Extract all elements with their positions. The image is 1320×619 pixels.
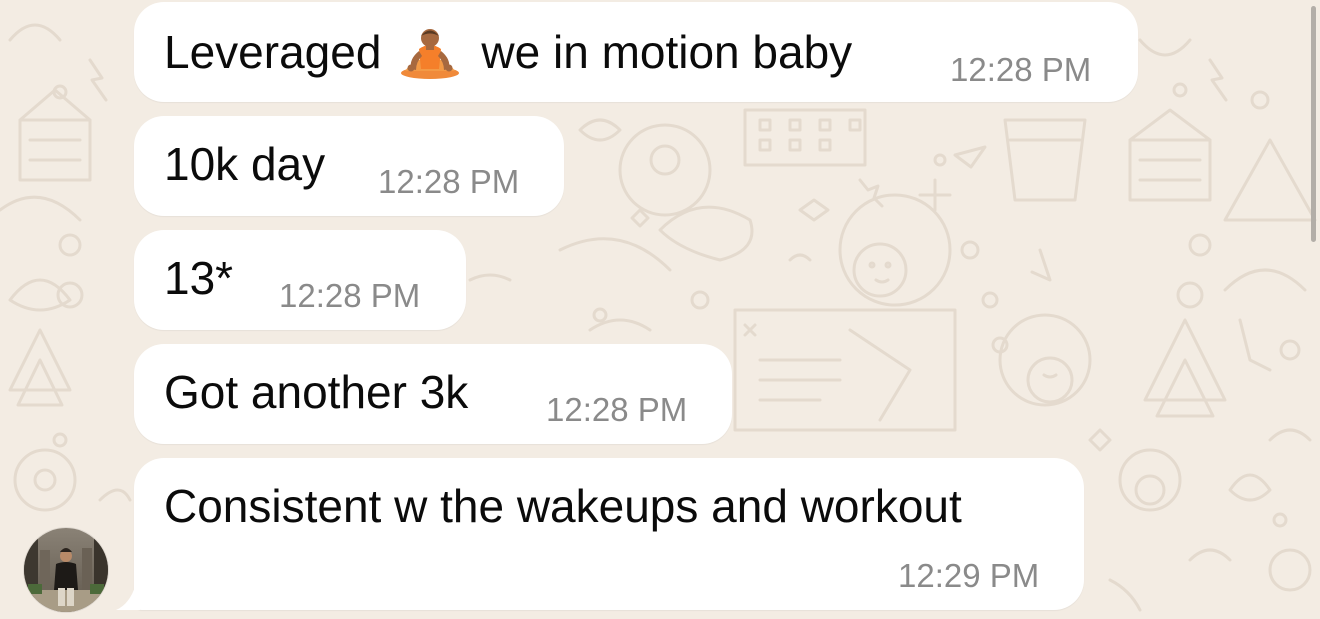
message-text: 13* bbox=[164, 252, 234, 304]
message-bubble[interactable]: Got another 3k 12:28 PM bbox=[134, 344, 732, 444]
message-timestamp: 12:28 PM bbox=[378, 163, 520, 200]
message-text: Got another 3k bbox=[164, 366, 469, 418]
sender-avatar[interactable] bbox=[24, 528, 108, 612]
message-text: Leveraged we in motion baby bbox=[164, 25, 852, 79]
message-timestamp: 12:28 PM bbox=[279, 277, 421, 314]
bubble-tail bbox=[116, 584, 140, 610]
message-timestamp: 12:29 PM bbox=[898, 557, 1040, 594]
message-bubble[interactable]: 13* 12:28 PM bbox=[134, 230, 466, 330]
message-text: 10k day bbox=[164, 138, 326, 190]
message-timestamp: 12:28 PM bbox=[950, 51, 1092, 88]
message-text: Consistent w the wakeups and workout bbox=[164, 480, 962, 532]
message-text-part: Leveraged bbox=[164, 26, 382, 78]
message-text-part: we in motion baby bbox=[481, 26, 853, 78]
avatar-photo bbox=[24, 528, 108, 612]
message-bubble[interactable]: Leveraged we in motion baby 12:28 PM bbox=[134, 2, 1138, 102]
message-bubble[interactable]: 10k day 12:28 PM bbox=[134, 116, 564, 216]
message-timestamp: 12:28 PM bbox=[546, 391, 688, 428]
scrollbar[interactable] bbox=[1311, 6, 1316, 242]
message-bubble[interactable]: Consistent w the wakeups and workout 12:… bbox=[134, 458, 1084, 610]
person-lotus-position-emoji bbox=[401, 29, 460, 79]
